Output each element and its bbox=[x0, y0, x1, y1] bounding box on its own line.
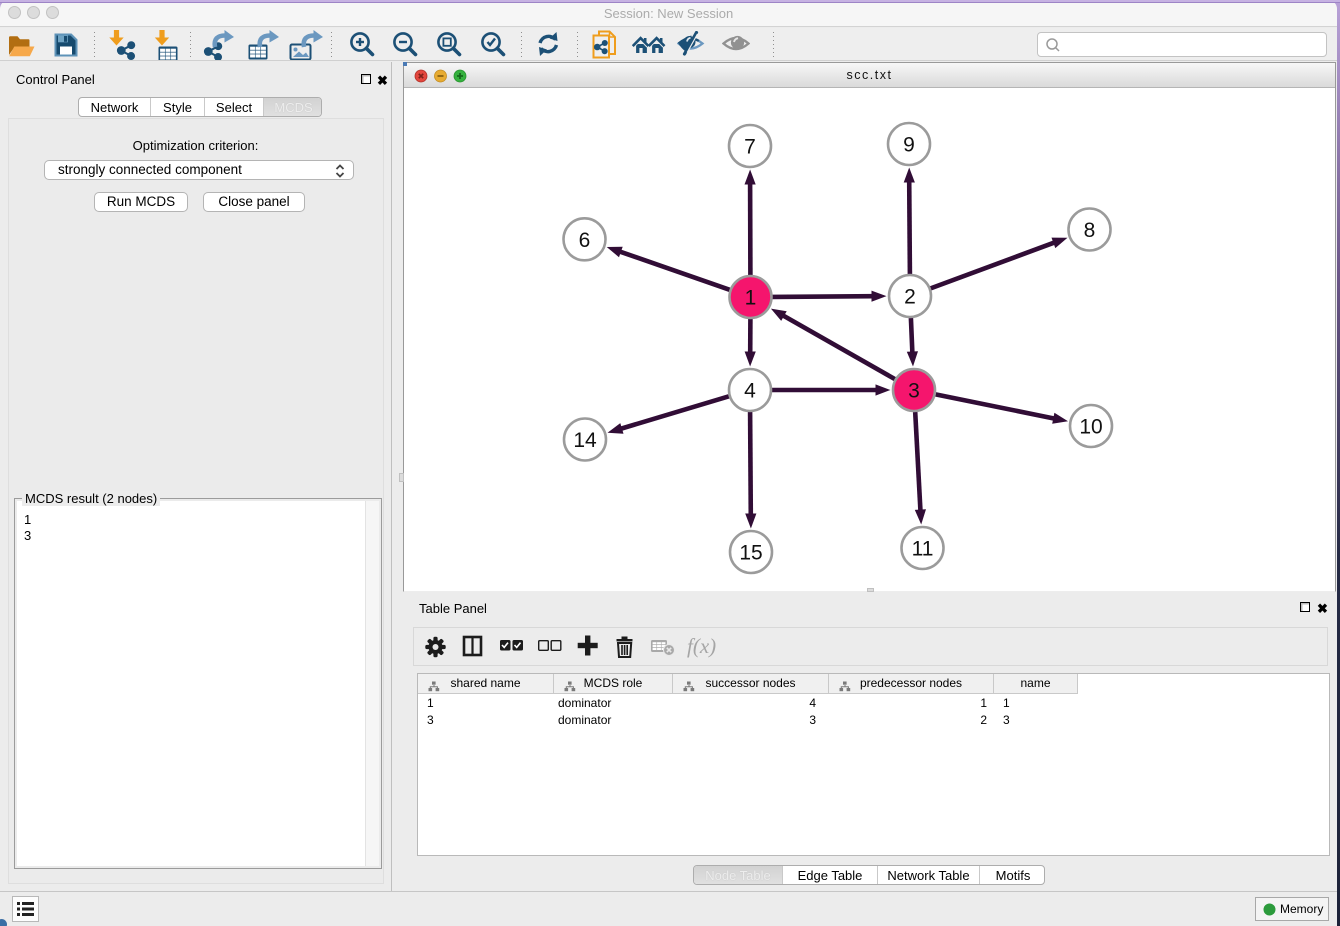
svg-text:2: 2 bbox=[904, 286, 916, 309]
svg-text:6: 6 bbox=[579, 229, 591, 252]
svg-text:4: 4 bbox=[744, 380, 756, 403]
svg-text:11: 11 bbox=[912, 538, 934, 561]
svg-text:9: 9 bbox=[903, 134, 915, 157]
svg-text:15: 15 bbox=[739, 542, 762, 565]
svg-text:3: 3 bbox=[908, 380, 920, 403]
svg-text:1: 1 bbox=[745, 287, 757, 310]
svg-text:7: 7 bbox=[744, 136, 756, 159]
svg-text:14: 14 bbox=[573, 429, 597, 452]
svg-text:10: 10 bbox=[1079, 416, 1102, 439]
svg-text:8: 8 bbox=[1084, 219, 1096, 242]
